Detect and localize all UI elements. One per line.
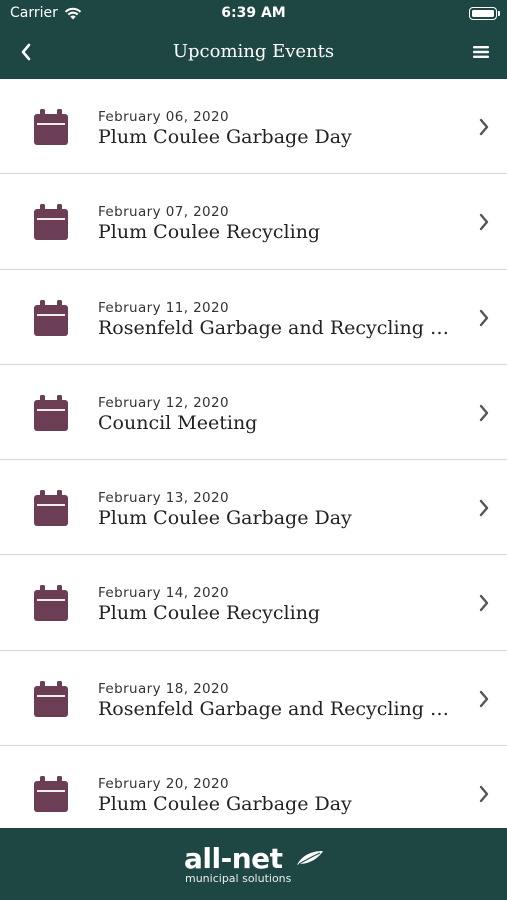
brand-logo: all-net municipal solutions — [184, 844, 334, 890]
event-date: February 18, 2020 — [98, 680, 230, 697]
event-title: Plum Coulee Recycling — [98, 221, 321, 244]
chevron-left-icon — [21, 43, 31, 61]
chevron-right-icon — [479, 785, 489, 803]
event-date: February 20, 2020 — [98, 776, 230, 793]
status-time: 6:39 AM — [221, 5, 286, 21]
event-date: February 13, 2020 — [98, 490, 230, 507]
event-list-item[interactable]: February 07, 2020 Plum Coulee Recycling — [0, 174, 507, 270]
event-title: Council Meeting — [98, 411, 258, 434]
event-title: Plum Coulee Recycling — [98, 602, 321, 625]
chevron-right-icon — [479, 118, 489, 136]
event-list-item[interactable]: February 06, 2020 Plum Coulee Garbage Da… — [0, 79, 507, 175]
event-text: February 18, 2020 Rosenfeld Garbage and … — [98, 681, 457, 721]
event-list-item[interactable]: February 20, 2020 Plum Coulee Garbage Da… — [0, 746, 507, 828]
calendar-icon — [34, 394, 68, 431]
calendar-icon — [34, 776, 68, 813]
event-title: Plum Coulee Garbage Day — [98, 126, 352, 148]
calendar-icon — [34, 109, 68, 145]
event-list-item[interactable]: February 11, 2020 Rosenfeld Garbage and … — [0, 269, 507, 365]
page-title: Upcoming Events — [172, 41, 335, 62]
status-bar: Carrier 6:39 AM — [0, 0, 507, 28]
event-text: February 12, 2020 Council Meeting — [98, 395, 457, 435]
event-list-item[interactable]: February 12, 2020 Council Meeting — [0, 364, 507, 461]
event-date: February 12, 2020 — [98, 394, 230, 411]
navigation-bar: Upcoming Events — [0, 28, 507, 79]
event-text: February 07, 2020 Plum Coulee Recycling — [98, 204, 457, 244]
events-list: February 06, 2020 Plum Coulee Garbage Da… — [0, 79, 507, 828]
menu-button[interactable] — [463, 34, 499, 70]
chevron-right-icon — [479, 309, 489, 326]
event-title: Rosenfeld Garbage and Recycling P... — [98, 316, 457, 339]
event-text: February 11, 2020 Rosenfeld Garbage and … — [98, 300, 457, 340]
chevron-right-icon — [479, 214, 489, 231]
event-title: Plum Coulee Garbage Day — [98, 793, 352, 816]
calendar-icon — [34, 204, 68, 241]
back-button[interactable] — [8, 34, 44, 70]
chevron-right-icon — [479, 595, 489, 612]
event-title: Rosenfeld Garbage and Recycling P... — [98, 697, 457, 720]
event-text: February 13, 2020 Plum Coulee Garbage Da… — [98, 490, 457, 530]
calendar-icon — [34, 490, 68, 527]
battery-icon — [469, 7, 500, 20]
event-list-item[interactable]: February 14, 2020 Plum Coulee Recycling — [0, 555, 507, 651]
brand-name: all-net — [184, 842, 283, 875]
event-text: February 20, 2020 Plum Coulee Garbage Da… — [98, 776, 457, 816]
event-list-item[interactable]: February 13, 2020 Plum Coulee Garbage Da… — [0, 460, 507, 556]
footer: all-net municipal solutions — [0, 828, 507, 900]
event-text: February 06, 2020 Plum Coulee Garbage Da… — [98, 109, 457, 149]
calendar-icon — [34, 585, 68, 622]
event-text: February 14, 2020 Plum Coulee Recycling — [98, 585, 457, 625]
leaf-icon — [297, 851, 323, 865]
calendar-icon — [34, 299, 68, 336]
event-date: February 14, 2020 — [98, 585, 230, 602]
event-title: Plum Coulee Garbage Day — [98, 507, 352, 530]
chevron-right-icon — [479, 690, 489, 707]
hamburger-menu-icon — [473, 46, 489, 58]
calendar-icon — [34, 680, 68, 717]
event-date: February 06, 2020 — [98, 109, 230, 125]
event-date: February 11, 2020 — [98, 299, 230, 316]
event-date: February 07, 2020 — [98, 204, 230, 221]
chevron-right-icon — [479, 499, 489, 517]
event-list-item[interactable]: February 18, 2020 Rosenfeld Garbage and … — [0, 650, 507, 747]
chevron-right-icon — [479, 404, 489, 422]
brand-tagline: municipal solutions — [185, 872, 292, 885]
